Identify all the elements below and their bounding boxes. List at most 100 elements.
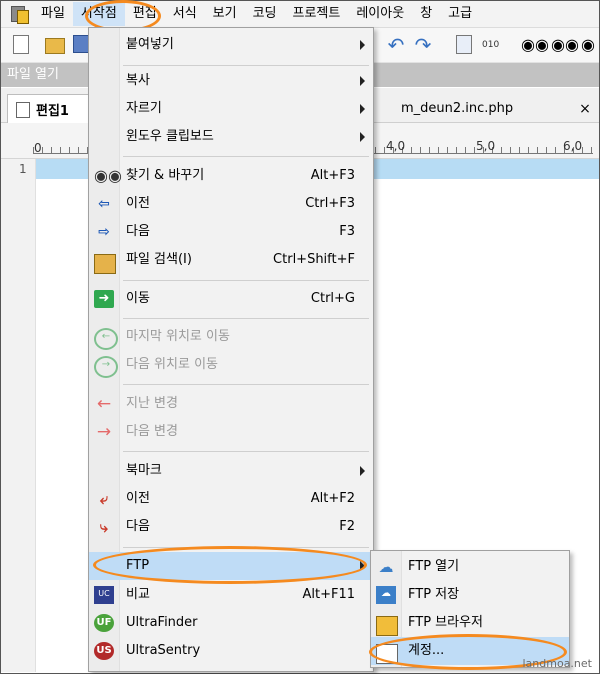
- menu-separator: [123, 384, 369, 385]
- menu-item-label: 다음: [126, 224, 150, 239]
- app-logo-icon: [9, 4, 29, 24]
- submenu-arrow-icon: [360, 466, 365, 476]
- menu-item-file-search[interactable]: 파일 검색(I) Ctrl+Shift+F: [89, 246, 373, 274]
- menu-separator: [123, 280, 369, 281]
- menu-item-shortcut: Alt+F3: [310, 168, 355, 183]
- submenu-item-label: FTP 브라우저: [408, 615, 484, 630]
- menu-item-label: 비교: [126, 587, 150, 602]
- ruler-label-60: 6,0: [563, 139, 583, 153]
- menu-advanced[interactable]: 고급: [440, 2, 480, 26]
- menu-window[interactable]: 창: [412, 2, 440, 26]
- menu-item-shortcut: Ctrl+F3: [305, 196, 355, 211]
- menu-item-goto[interactable]: ➜ 이동 Ctrl+G: [89, 285, 373, 313]
- menu-item-label: 복사: [126, 73, 150, 88]
- menu-item-label: 자르기: [126, 101, 162, 116]
- menu-view[interactable]: 보기: [205, 2, 245, 26]
- menu-item-find-replace[interactable]: ◉◉ 찾기 & 바꾸기 Alt+F3: [89, 162, 373, 190]
- tab-m-deun2-label: m_deun2.inc.php: [401, 101, 514, 116]
- menu-separator: [123, 547, 369, 548]
- menu-item-last-position: ← 마지막 위치로 이동: [89, 323, 373, 351]
- ftp-browser-icon: [376, 616, 398, 636]
- menu-item-bookmark-next[interactable]: ⤷ 다음 F2: [89, 513, 373, 541]
- ruler-label-0: 0: [34, 141, 42, 155]
- start-menu-dropdown: 붙여넣기 복사 자르기 윈도우 클립보드 ◉◉ 찾기 & 바꾸기 Alt+F3 …: [88, 27, 374, 672]
- menu-item-label: 이전: [126, 196, 150, 211]
- menu-item-bookmark[interactable]: 북마크: [89, 457, 373, 485]
- menu-item-ultrasentry[interactable]: US UltraSentry: [89, 637, 373, 665]
- find-prev-toolbar-icon[interactable]: ◉◉: [551, 35, 579, 55]
- binary-icon[interactable]: 010: [482, 35, 502, 55]
- menu-item-label: 윈도우 클립보드: [126, 129, 214, 144]
- submenu-arrow-icon: [360, 76, 365, 86]
- menu-item-label: 북마크: [126, 463, 162, 478]
- menu-layout[interactable]: 레이아웃: [348, 2, 412, 26]
- ftp-submenu: ☁ FTP 열기 ☁ FTP 저장 FTP 브라우저 계정...: [370, 550, 570, 668]
- menu-item-label: 다음 위치로 이동: [126, 357, 218, 372]
- submenu-item-label: FTP 저장: [408, 587, 460, 602]
- menu-item-label: FTP: [126, 558, 150, 573]
- menubar: 파일 시작점 편집 서식 보기 코딩 프로젝트 레이아웃 창 고급: [1, 1, 599, 28]
- binoculars-icon[interactable]: ◉◉: [521, 35, 549, 55]
- find-next-toolbar-icon[interactable]: ◉: [578, 35, 598, 55]
- submenu-arrow-icon: [360, 104, 365, 114]
- account-icon: [376, 644, 398, 664]
- submenu-item-ftp-open[interactable]: ☁ FTP 열기: [371, 553, 569, 581]
- submenu-item-label: 계정...: [408, 643, 445, 658]
- menu-item-cut[interactable]: 자르기: [89, 95, 373, 123]
- menu-project[interactable]: 프로젝트: [285, 2, 349, 26]
- menu-separator: [123, 156, 369, 157]
- submenu-item-ftp-save[interactable]: ☁ FTP 저장: [371, 581, 569, 609]
- menu-item-compare[interactable]: UC 비교 Alt+F11: [89, 581, 373, 609]
- undo-icon[interactable]: ↶: [386, 35, 406, 55]
- menu-item-find-prev[interactable]: ⇦ 이전 Ctrl+F3: [89, 190, 373, 218]
- submenu-item-ftp-browser[interactable]: FTP 브라우저: [371, 609, 569, 637]
- menu-item-copy[interactable]: 복사: [89, 67, 373, 95]
- menu-separator: [123, 451, 369, 452]
- redo-icon[interactable]: ↷: [413, 35, 433, 55]
- menu-item-shortcut: Alt+F2: [310, 491, 355, 506]
- tab-edit1-label: 편집1: [36, 104, 69, 119]
- menu-item-prev-change: ← 지난 변경: [89, 390, 373, 418]
- menu-item-ultrafinder[interactable]: UF UltraFinder: [89, 609, 373, 637]
- menu-format[interactable]: 서식: [165, 2, 205, 26]
- menu-item-shortcut: Alt+F11: [302, 587, 355, 602]
- menu-item-label: UltraSentry: [126, 643, 201, 658]
- close-icon[interactable]: ×: [575, 101, 595, 117]
- menu-start[interactable]: 시작점: [72, 2, 125, 26]
- edit-doc-icon[interactable]: [456, 35, 472, 54]
- menu-item-find-next[interactable]: ⇨ 다음 F3: [89, 218, 373, 246]
- forward-circle-icon: →: [94, 356, 118, 378]
- goto-icon: ➜: [94, 290, 114, 308]
- ruler-label-50: 5,0: [476, 139, 496, 153]
- menu-item-shortcut: Ctrl+Shift+F: [273, 252, 355, 267]
- document-icon: [16, 101, 30, 118]
- menu-item-shortcut: F3: [339, 224, 355, 239]
- menu-item-shortcut: Ctrl+G: [310, 291, 355, 306]
- menu-item-label: 마지막 위치로 이동: [126, 329, 230, 344]
- menu-item-paste[interactable]: 붙여넣기: [89, 31, 373, 59]
- ftp-save-icon: ☁: [376, 586, 396, 604]
- folder-search-icon: [94, 254, 116, 274]
- bookmark-prev-icon: ⤶: [99, 490, 109, 508]
- submenu-item-label: FTP 열기: [408, 559, 460, 574]
- tab-m-deun2[interactable]: m_deun2.inc.php ×: [381, 95, 595, 122]
- line-gutter: 1: [1, 159, 36, 672]
- submenu-arrow-icon: [360, 40, 365, 50]
- submenu-arrow-icon: [360, 132, 365, 142]
- menu-file[interactable]: 파일: [33, 2, 73, 26]
- arrow-right-icon: →: [96, 422, 112, 442]
- new-file-icon[interactable]: [13, 35, 29, 54]
- back-circle-icon: ←: [94, 328, 118, 350]
- line-number: 1: [19, 162, 27, 176]
- menu-item-bookmark-prev[interactable]: ⤶ 이전 Alt+F2: [89, 485, 373, 513]
- menu-coding[interactable]: 코딩: [245, 2, 285, 26]
- binoculars-icon: ◉◉: [94, 166, 122, 185]
- menu-item-label: 이전: [126, 491, 150, 506]
- menu-item-windows-clipboard[interactable]: 윈도우 클립보드: [89, 123, 373, 151]
- arrow-left-icon: ←: [96, 394, 112, 414]
- menu-item-label: 다음 변경: [126, 424, 178, 439]
- menu-edit[interactable]: 편집: [125, 2, 165, 26]
- menu-item-ftp[interactable]: FTP: [89, 552, 373, 580]
- menu-item-label: UltraFinder: [126, 615, 198, 630]
- open-folder-icon[interactable]: [45, 38, 65, 54]
